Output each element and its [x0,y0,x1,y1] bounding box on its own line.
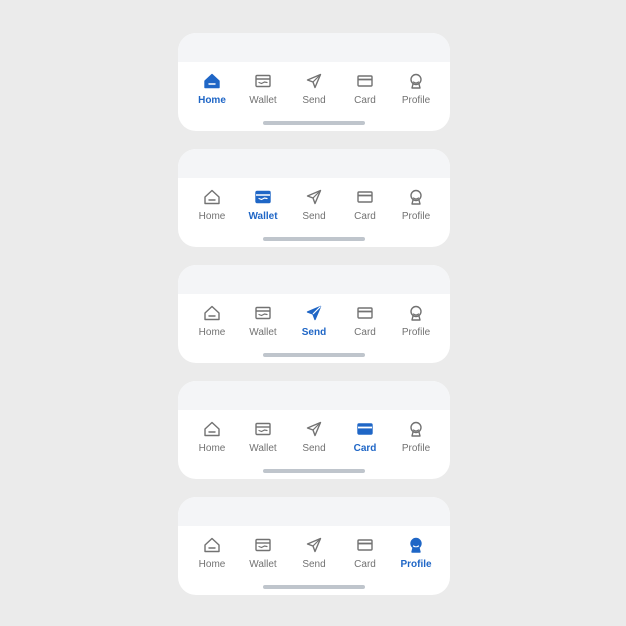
profile-icon [410,189,422,205]
wallet-icon [255,190,271,204]
profile-icon [410,537,422,553]
nav-label-home: Home [198,95,226,106]
nav-item-send[interactable]: Send [291,419,337,455]
home-icon [204,537,220,553]
nav-label-profile: Profile [401,443,431,454]
nav-item-home[interactable]: Home [189,535,235,571]
content-strip [178,381,450,410]
home-indicator[interactable] [263,353,365,357]
nav-item-card[interactable]: Card [342,187,388,223]
send-icon [306,189,322,205]
wallet-icon [255,422,271,436]
bottom-nav: Home Wallet Send Card Profile [178,71,450,107]
nav-label-send: Send [302,95,326,106]
card-icon [357,191,373,203]
content-strip [178,149,450,178]
nav-item-home[interactable]: Home [189,303,235,339]
nav-label-wallet: Wallet [249,95,277,106]
nav-item-profile[interactable]: Profile [393,535,439,571]
card-icon [357,307,373,319]
nav-label-card: Card [354,559,376,570]
nav-label-send: Send [302,559,326,570]
card-icon [357,539,373,551]
wallet-icon [255,538,271,552]
nav-item-wallet[interactable]: Wallet [240,187,286,223]
nav-label-send: Send [302,211,326,222]
nav-item-profile[interactable]: Profile [393,71,439,107]
tab-bar-profile-active: Home Wallet Send Card Profile [178,497,450,595]
nav-label-card: Card [354,327,376,338]
card-icon [357,423,373,435]
bottom-nav: Home Wallet Send Card Profile [178,187,450,223]
nav-label-profile: Profile [400,559,432,570]
wallet-icon [255,306,271,320]
nav-item-home[interactable]: Home [189,71,235,107]
tab-bar-variants: Home Wallet Send Card Profile Home Walle… [178,33,450,613]
nav-label-card: Card [354,95,376,106]
home-icon [204,305,220,321]
tab-bar-send-active: Home Wallet Send Card Profile [178,265,450,363]
home-icon [204,189,220,205]
nav-item-home[interactable]: Home [189,419,235,455]
wallet-icon [255,74,271,88]
send-icon [306,537,322,553]
nav-item-profile[interactable]: Profile [393,303,439,339]
home-icon [204,73,220,89]
card-icon [357,75,373,87]
send-icon [306,421,322,437]
nav-item-wallet[interactable]: Wallet [240,71,286,107]
send-icon [306,305,322,321]
nav-label-home: Home [198,327,226,338]
bottom-nav: Home Wallet Send Card Profile [178,535,450,571]
nav-item-card[interactable]: Card [342,71,388,107]
home-icon [204,421,220,437]
nav-label-home: Home [198,559,226,570]
bottom-nav: Home Wallet Send Card Profile [178,419,450,455]
nav-label-wallet: Wallet [249,559,277,570]
profile-icon [410,305,422,321]
profile-icon [410,73,422,89]
nav-item-card[interactable]: Card [342,303,388,339]
home-indicator[interactable] [263,585,365,589]
content-strip [178,33,450,62]
content-strip [178,265,450,294]
nav-item-send[interactable]: Send [291,535,337,571]
profile-icon [410,421,422,437]
nav-item-wallet[interactable]: Wallet [240,535,286,571]
nav-label-send: Send [302,443,326,454]
home-indicator[interactable] [263,237,365,241]
nav-label-profile: Profile [401,211,431,222]
bottom-nav: Home Wallet Send Card Profile [178,303,450,339]
nav-label-profile: Profile [401,95,431,106]
nav-item-profile[interactable]: Profile [393,187,439,223]
nav-label-wallet: Wallet [249,443,277,454]
nav-item-wallet[interactable]: Wallet [240,419,286,455]
tab-bar-wallet-active: Home Wallet Send Card Profile [178,149,450,247]
nav-label-profile: Profile [401,327,431,338]
nav-label-home: Home [198,211,226,222]
nav-label-card: Card [353,443,377,454]
content-strip [178,497,450,526]
nav-label-card: Card [354,211,376,222]
home-indicator[interactable] [263,469,365,473]
send-icon [306,73,322,89]
nav-item-card[interactable]: Card [342,419,388,455]
tab-bar-card-active: Home Wallet Send Card Profile [178,381,450,479]
nav-item-send[interactable]: Send [291,71,337,107]
nav-item-send[interactable]: Send [291,187,337,223]
tab-bar-home-active: Home Wallet Send Card Profile [178,33,450,131]
home-indicator[interactable] [263,121,365,125]
nav-label-wallet: Wallet [248,211,278,222]
nav-item-profile[interactable]: Profile [393,419,439,455]
nav-item-send[interactable]: Send [291,303,337,339]
nav-item-home[interactable]: Home [189,187,235,223]
nav-label-home: Home [198,443,226,454]
nav-item-wallet[interactable]: Wallet [240,303,286,339]
nav-label-wallet: Wallet [249,327,277,338]
nav-label-send: Send [301,327,327,338]
nav-item-card[interactable]: Card [342,535,388,571]
